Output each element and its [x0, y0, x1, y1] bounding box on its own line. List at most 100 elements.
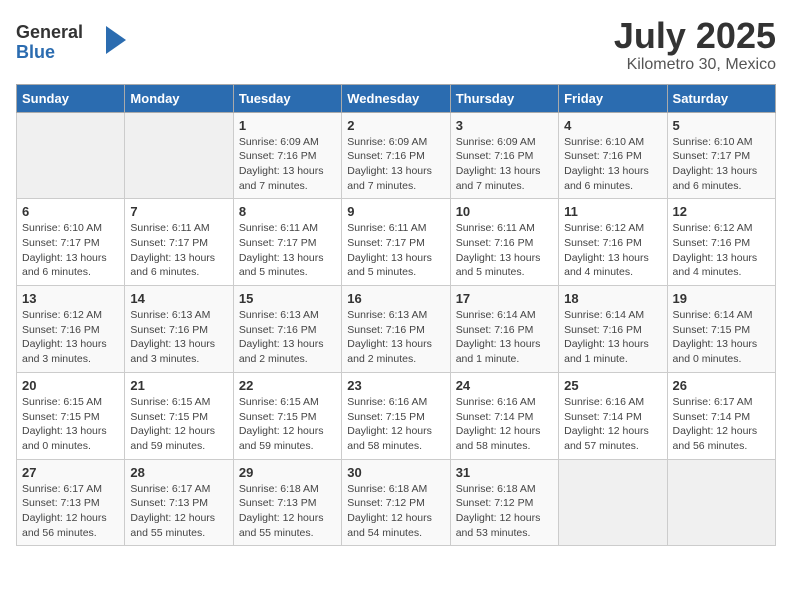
day-info: Sunrise: 6:10 AM Sunset: 7:17 PM Dayligh…	[22, 221, 119, 280]
day-number: 21	[130, 378, 227, 393]
day-number: 29	[239, 465, 336, 480]
day-info: Sunrise: 6:12 AM Sunset: 7:16 PM Dayligh…	[564, 221, 661, 280]
day-number: 22	[239, 378, 336, 393]
calendar-cell: 14 Sunrise: 6:13 AM Sunset: 7:16 PM Dayli…	[125, 286, 233, 373]
day-number: 19	[673, 291, 770, 306]
day-number: 17	[456, 291, 553, 306]
day-info: Sunrise: 6:15 AM Sunset: 7:15 PM Dayligh…	[239, 395, 336, 454]
logo-text: General Blue	[16, 16, 136, 69]
calendar-cell: 11 Sunrise: 6:12 AM Sunset: 7:16 PM Dayli…	[559, 199, 667, 286]
day-number: 1	[239, 118, 336, 133]
weekday-header: Monday	[125, 84, 233, 112]
day-number: 11	[564, 204, 661, 219]
day-info: Sunrise: 6:11 AM Sunset: 7:16 PM Dayligh…	[456, 221, 553, 280]
day-info: Sunrise: 6:09 AM Sunset: 7:16 PM Dayligh…	[456, 135, 553, 194]
calendar-cell	[125, 112, 233, 199]
calendar-cell	[667, 459, 775, 546]
calendar-cell: 22 Sunrise: 6:15 AM Sunset: 7:15 PM Dayli…	[233, 372, 341, 459]
day-info: Sunrise: 6:11 AM Sunset: 7:17 PM Dayligh…	[130, 221, 227, 280]
page-header: General Blue July 2025 Kilometro 30, Mex…	[16, 16, 776, 74]
calendar-cell: 29 Sunrise: 6:18 AM Sunset: 7:13 PM Dayli…	[233, 459, 341, 546]
day-number: 20	[22, 378, 119, 393]
day-number: 23	[347, 378, 444, 393]
day-info: Sunrise: 6:18 AM Sunset: 7:13 PM Dayligh…	[239, 482, 336, 541]
calendar-cell: 23 Sunrise: 6:16 AM Sunset: 7:15 PM Dayli…	[342, 372, 450, 459]
day-info: Sunrise: 6:09 AM Sunset: 7:16 PM Dayligh…	[239, 135, 336, 194]
day-info: Sunrise: 6:13 AM Sunset: 7:16 PM Dayligh…	[130, 308, 227, 367]
day-info: Sunrise: 6:18 AM Sunset: 7:12 PM Dayligh…	[456, 482, 553, 541]
calendar-cell: 1 Sunrise: 6:09 AM Sunset: 7:16 PM Daylig…	[233, 112, 341, 199]
day-number: 6	[22, 204, 119, 219]
calendar-cell: 12 Sunrise: 6:12 AM Sunset: 7:16 PM Dayli…	[667, 199, 775, 286]
calendar-cell: 25 Sunrise: 6:16 AM Sunset: 7:14 PM Dayli…	[559, 372, 667, 459]
calendar-cell: 21 Sunrise: 6:15 AM Sunset: 7:15 PM Dayli…	[125, 372, 233, 459]
calendar-table: SundayMondayTuesdayWednesdayThursdayFrid…	[16, 84, 776, 547]
day-info: Sunrise: 6:17 AM Sunset: 7:13 PM Dayligh…	[130, 482, 227, 541]
calendar-cell: 2Sunrise: 6:09 AM Sunset: 7:16 PM Daylig…	[342, 112, 450, 199]
day-number: 15	[239, 291, 336, 306]
day-number: 12	[673, 204, 770, 219]
calendar-cell: 17 Sunrise: 6:14 AM Sunset: 7:16 PM Dayli…	[450, 286, 558, 373]
month-title: July 2025	[614, 16, 776, 56]
calendar-week-row: 6 Sunrise: 6:10 AM Sunset: 7:17 PM Daylig…	[17, 199, 776, 286]
day-number: 14	[130, 291, 227, 306]
calendar-cell: 31Sunrise: 6:18 AM Sunset: 7:12 PM Dayli…	[450, 459, 558, 546]
day-number: 24	[456, 378, 553, 393]
day-info: Sunrise: 6:17 AM Sunset: 7:14 PM Dayligh…	[673, 395, 770, 454]
title-block: July 2025 Kilometro 30, Mexico	[614, 16, 776, 74]
day-info: Sunrise: 6:16 AM Sunset: 7:15 PM Dayligh…	[347, 395, 444, 454]
day-number: 2	[347, 118, 444, 133]
calendar-cell	[559, 459, 667, 546]
day-info: Sunrise: 6:14 AM Sunset: 7:15 PM Dayligh…	[673, 308, 770, 367]
day-info: Sunrise: 6:17 AM Sunset: 7:13 PM Dayligh…	[22, 482, 119, 541]
day-number: 13	[22, 291, 119, 306]
calendar-cell: 27Sunrise: 6:17 AM Sunset: 7:13 PM Dayli…	[17, 459, 125, 546]
day-number: 30	[347, 465, 444, 480]
day-number: 10	[456, 204, 553, 219]
calendar-week-row: 13Sunrise: 6:12 AM Sunset: 7:16 PM Dayli…	[17, 286, 776, 373]
weekday-header: Tuesday	[233, 84, 341, 112]
day-info: Sunrise: 6:10 AM Sunset: 7:16 PM Dayligh…	[564, 135, 661, 194]
weekday-header: Thursday	[450, 84, 558, 112]
calendar-cell: 5Sunrise: 6:10 AM Sunset: 7:17 PM Daylig…	[667, 112, 775, 199]
calendar-cell	[17, 112, 125, 199]
weekday-header: Wednesday	[342, 84, 450, 112]
calendar-cell: 7Sunrise: 6:11 AM Sunset: 7:17 PM Daylig…	[125, 199, 233, 286]
calendar-cell: 28 Sunrise: 6:17 AM Sunset: 7:13 PM Dayli…	[125, 459, 233, 546]
day-info: Sunrise: 6:14 AM Sunset: 7:16 PM Dayligh…	[456, 308, 553, 367]
weekday-header: Friday	[559, 84, 667, 112]
day-number: 18	[564, 291, 661, 306]
calendar-cell: 8 Sunrise: 6:11 AM Sunset: 7:17 PM Daylig…	[233, 199, 341, 286]
calendar-cell: 26 Sunrise: 6:17 AM Sunset: 7:14 PM Dayli…	[667, 372, 775, 459]
day-number: 4	[564, 118, 661, 133]
svg-text:General: General	[16, 22, 83, 42]
day-info: Sunrise: 6:10 AM Sunset: 7:17 PM Dayligh…	[673, 135, 770, 194]
day-info: Sunrise: 6:13 AM Sunset: 7:16 PM Dayligh…	[347, 308, 444, 367]
day-info: Sunrise: 6:11 AM Sunset: 7:17 PM Dayligh…	[347, 221, 444, 280]
calendar-week-row: 27Sunrise: 6:17 AM Sunset: 7:13 PM Dayli…	[17, 459, 776, 546]
day-number: 26	[673, 378, 770, 393]
day-number: 8	[239, 204, 336, 219]
calendar-cell: 24Sunrise: 6:16 AM Sunset: 7:14 PM Dayli…	[450, 372, 558, 459]
day-info: Sunrise: 6:18 AM Sunset: 7:12 PM Dayligh…	[347, 482, 444, 541]
day-number: 28	[130, 465, 227, 480]
day-info: Sunrise: 6:13 AM Sunset: 7:16 PM Dayligh…	[239, 308, 336, 367]
day-info: Sunrise: 6:16 AM Sunset: 7:14 PM Dayligh…	[564, 395, 661, 454]
location-subtitle: Kilometro 30, Mexico	[614, 56, 776, 74]
day-info: Sunrise: 6:11 AM Sunset: 7:17 PM Dayligh…	[239, 221, 336, 280]
calendar-cell: 18 Sunrise: 6:14 AM Sunset: 7:16 PM Dayli…	[559, 286, 667, 373]
calendar-cell: 6 Sunrise: 6:10 AM Sunset: 7:17 PM Daylig…	[17, 199, 125, 286]
svg-text:Blue: Blue	[16, 42, 55, 62]
day-number: 9	[347, 204, 444, 219]
weekday-header: Saturday	[667, 84, 775, 112]
day-info: Sunrise: 6:15 AM Sunset: 7:15 PM Dayligh…	[22, 395, 119, 454]
day-number: 25	[564, 378, 661, 393]
calendar-week-row: 20 Sunrise: 6:15 AM Sunset: 7:15 PM Dayli…	[17, 372, 776, 459]
day-number: 16	[347, 291, 444, 306]
logo: General Blue	[16, 16, 136, 69]
day-info: Sunrise: 6:15 AM Sunset: 7:15 PM Dayligh…	[130, 395, 227, 454]
weekday-header: Sunday	[17, 84, 125, 112]
day-info: Sunrise: 6:14 AM Sunset: 7:16 PM Dayligh…	[564, 308, 661, 367]
day-info: Sunrise: 6:12 AM Sunset: 7:16 PM Dayligh…	[673, 221, 770, 280]
calendar-cell: 30 Sunrise: 6:18 AM Sunset: 7:12 PM Dayli…	[342, 459, 450, 546]
